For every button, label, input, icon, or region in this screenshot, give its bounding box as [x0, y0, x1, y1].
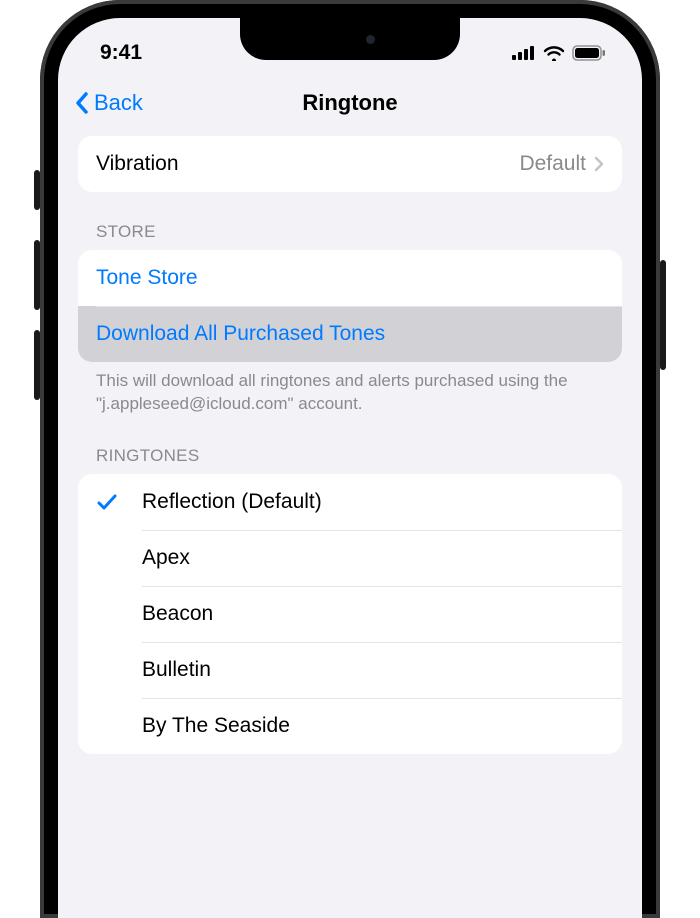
battery-icon	[572, 45, 606, 61]
ringtones-header: Ringtones	[78, 416, 622, 474]
front-camera	[366, 35, 375, 44]
back-label: Back	[94, 90, 143, 116]
ringtone-row[interactable]: Beacon	[78, 586, 622, 642]
vibration-group: Vibration Default	[78, 136, 622, 192]
content: Vibration Default Store Tone Store Downl…	[58, 130, 642, 754]
ringtone-row[interactable]: By The Seaside	[78, 698, 622, 754]
page-title: Ringtone	[302, 90, 397, 116]
vibration-value: Default	[519, 152, 586, 176]
notch	[240, 18, 460, 60]
nav-bar: Back Ringtone	[58, 76, 642, 130]
store-header: Store	[78, 192, 622, 250]
download-all-row[interactable]: Download All Purchased Tones	[78, 306, 622, 362]
chevron-left-icon	[74, 91, 90, 115]
chevron-right-icon	[594, 156, 604, 172]
download-all-label: Download All Purchased Tones	[96, 322, 385, 346]
silent-switch	[34, 170, 40, 210]
ringtone-row[interactable]: Bulletin	[78, 642, 622, 698]
ringtone-row[interactable]: Reflection (Default)	[78, 474, 622, 530]
screen: 9:41	[58, 18, 642, 918]
store-footer: This will download all ringtones and ale…	[78, 362, 622, 416]
power-button	[660, 260, 666, 370]
back-button[interactable]: Back	[74, 90, 143, 116]
wifi-icon	[543, 45, 565, 61]
cellular-icon	[512, 46, 536, 60]
vibration-row[interactable]: Vibration Default	[78, 136, 622, 192]
ringtones-group: Reflection (Default) Apex Beacon Bulletin By…	[78, 474, 622, 754]
store-group: Tone Store Download All Purchased Tones	[78, 250, 622, 362]
ringtone-label: Bulletin	[142, 658, 604, 682]
volume-down-button	[34, 330, 40, 400]
tone-store-row[interactable]: Tone Store	[78, 250, 622, 306]
checkmark-icon	[96, 492, 142, 512]
tone-store-label: Tone Store	[96, 266, 198, 290]
phone-frame: 9:41	[40, 0, 660, 918]
volume-up-button	[34, 240, 40, 310]
ringtone-label: By The Seaside	[142, 714, 604, 738]
ringtone-row[interactable]: Apex	[78, 530, 622, 586]
status-time: 9:41	[100, 41, 142, 65]
ringtone-label: Beacon	[142, 602, 604, 626]
vibration-label: Vibration	[96, 152, 519, 176]
ringtone-label: Reflection (Default)	[142, 490, 604, 514]
ringtone-label: Apex	[142, 546, 604, 570]
